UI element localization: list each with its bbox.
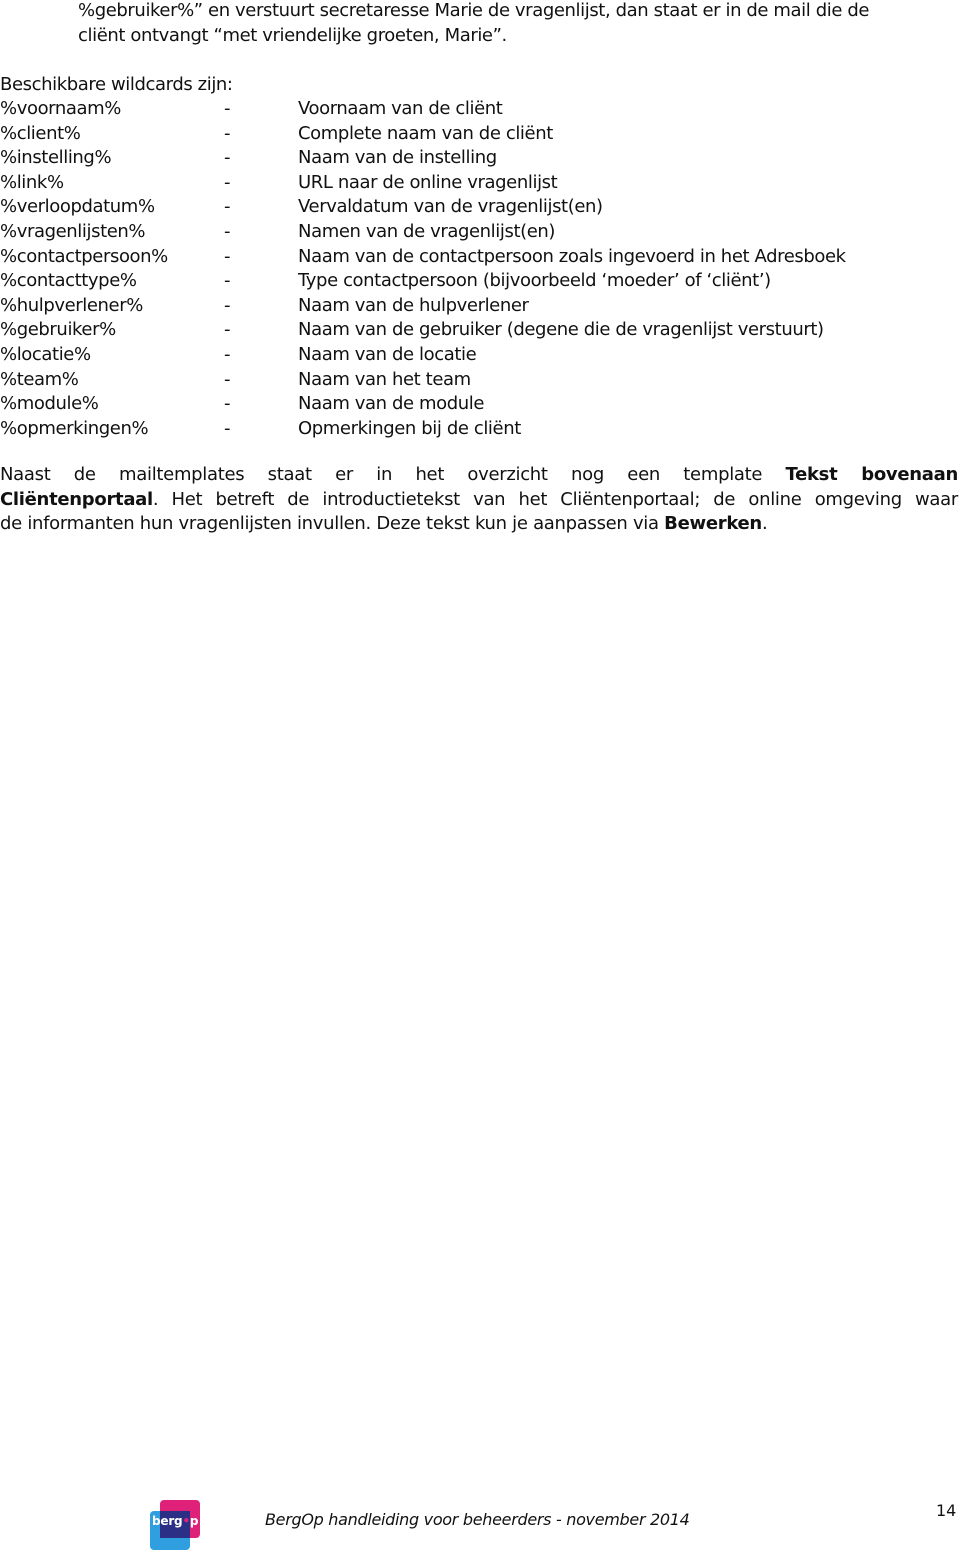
paragraph-text: . Het betreft de introductietekst van he… <box>152 488 958 510</box>
paragraph-text: de informanten hun vragenlijsten invulle… <box>0 513 665 535</box>
wildcard-name: %verloopdatum% <box>0 196 155 218</box>
bold-term-clientenportaal: Cliëntenportaal <box>0 488 153 510</box>
wildcard-separator: - <box>224 368 231 390</box>
wildcard-description: Naam van de gebruiker (degene die de vra… <box>298 319 824 341</box>
page-number: 14 <box>936 1501 957 1520</box>
wildcard-description: Naam van de contactpersoon zoals ingevoe… <box>298 245 846 267</box>
wildcard-separator: - <box>224 171 231 193</box>
wildcard-description: Naam van de locatie <box>298 344 477 365</box>
wildcard-name: %voornaam% <box>0 98 121 119</box>
wildcard-name: %link% <box>0 171 64 193</box>
wildcard-separator: - <box>224 294 231 316</box>
wildcard-description: Type contactpersoon (bijvoorbeeld ‘moede… <box>298 270 771 292</box>
wildcard-separator: - <box>224 98 231 119</box>
wildcard-description: Opmerkingen bij de cliënt <box>298 417 521 439</box>
wildcard-name: %vragenlijsten% <box>0 221 146 242</box>
wildcard-description: Naam van de hulpverlener <box>298 294 529 316</box>
bold-term-bewerken: Bewerken <box>664 513 762 535</box>
wildcard-name: %contactpersoon% <box>0 245 168 267</box>
wildcard-description: Naam van de module <box>298 393 485 415</box>
wildcard-separator: - <box>224 319 231 341</box>
wildcard-name: %team% <box>0 368 79 390</box>
bold-term-tekst-bovenaan: Tekst bovenaan <box>785 464 959 485</box>
logo-text: p <box>189 1514 199 1528</box>
wildcard-description: Namen van de vragenlijst(en) <box>298 221 556 242</box>
wildcard-name: %opmerkingen% <box>0 417 149 439</box>
wildcard-separator: - <box>224 221 231 242</box>
intro-line-1: %gebruiker%” en verstuurt secretaresse M… <box>78 0 870 21</box>
wildcard-name: %instelling% <box>0 147 112 169</box>
paragraph-line-2: Cliëntenportaal. Het betreft de introduc… <box>0 488 958 513</box>
wildcard-separator: - <box>224 270 231 292</box>
wildcard-name: %hulpverlener% <box>0 294 143 316</box>
wildcard-description: Vervaldatum van de vragenlijst(en) <box>298 196 603 218</box>
wildcard-separator: - <box>224 417 231 439</box>
paragraph-text: Naast de mailtemplates staat er in het o… <box>0 464 786 485</box>
logo-text: berg <box>152 1514 183 1528</box>
wildcard-name: %contacttype% <box>0 270 137 292</box>
wildcard-description: URL naar de online vragenlijst <box>298 171 558 193</box>
wildcard-description: Naam van het team <box>298 368 471 390</box>
wildcard-description: Naam van de instelling <box>298 147 497 169</box>
wildcard-separator: - <box>224 344 231 365</box>
wildcard-name: %gebruiker% <box>0 319 116 341</box>
wildcard-name: %locatie% <box>0 344 91 365</box>
wildcard-description: Voornaam van de cliënt <box>298 98 503 119</box>
wildcard-description: Complete naam van de cliënt <box>298 122 553 144</box>
bergop-logo: berg•p <box>150 1500 202 1550</box>
paragraph-line-3: de informanten hun vragenlijsten invulle… <box>0 512 958 537</box>
logo-wordmark: berg•p <box>152 1514 199 1528</box>
portal-paragraph: Naast de mailtemplates staat er in het o… <box>0 463 958 537</box>
wildcard-separator: - <box>224 393 231 415</box>
wildcard-separator: - <box>224 245 231 267</box>
paragraph-text: . <box>761 513 768 535</box>
wildcards-heading: Beschikbare wildcards zijn: <box>0 74 233 95</box>
footer-text: BergOp handleiding voor beheerders - nov… <box>265 1510 690 1529</box>
intro-line-2: cliënt ontvangt “met vriendelijke groete… <box>78 25 507 46</box>
paragraph-line-1: Naast de mailtemplates staat er in het o… <box>0 463 958 488</box>
logo-dot: • <box>182 1514 190 1528</box>
wildcard-separator: - <box>224 122 231 144</box>
wildcard-separator: - <box>224 147 231 169</box>
wildcard-name: %client% <box>0 122 81 144</box>
wildcard-separator: - <box>224 196 231 218</box>
wildcard-name: %module% <box>0 393 99 415</box>
